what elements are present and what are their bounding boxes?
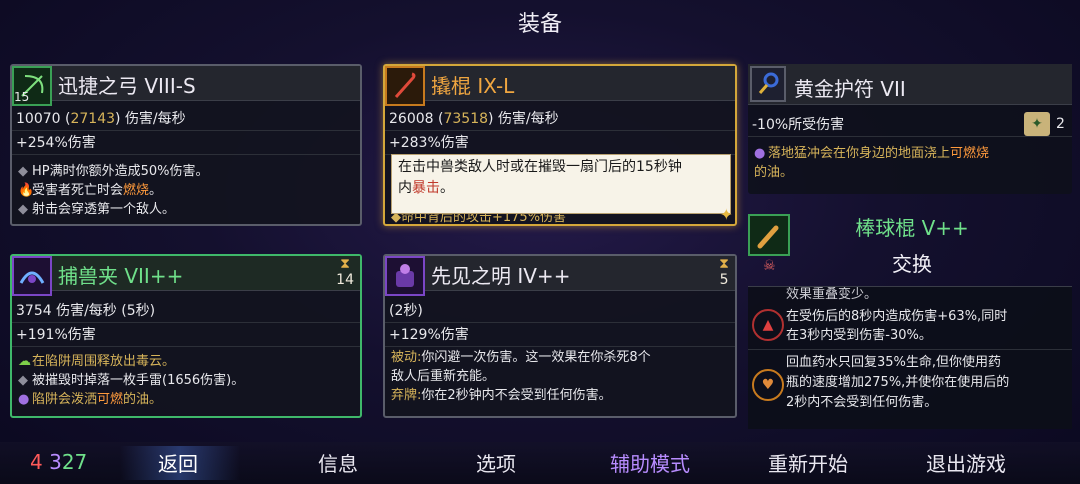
hourglass-icon: ⧗ (340, 256, 350, 272)
bonus-row: +254%伤害 (12, 132, 360, 155)
effect-line: 🔥受害者死亡时会燃烧。 (18, 183, 163, 198)
item-name: 先见之明 IV++ (431, 264, 571, 288)
scroll-stats: 4 327 (30, 450, 87, 474)
skill-card-foresight[interactable]: 先见之明 IV++ ⧗ 5 (2秒) +129%伤害 被动:你闪避一次伤害。这一… (383, 254, 737, 418)
item-level: 15 (14, 90, 30, 104)
effect-line: ● 陷阱会泼洒可燃的油。 (18, 392, 163, 407)
item-name: 黄金护符 VII (794, 77, 906, 101)
scroll-count: 2 (1056, 116, 1065, 132)
gold-ornament-icon: ✦ (719, 205, 733, 224)
item-name: 迅捷之弓 VIII-S (58, 74, 196, 98)
effect-line: ● 落地猛冲会在你身边的地面浇上可燃烧 (754, 146, 990, 161)
foresight-icon (385, 256, 425, 296)
swap-button[interactable]: 交换 (762, 248, 1062, 277)
effects-list: ● 落地猛冲会在你身边的地面浇上可燃烧 的油。 (754, 144, 1068, 182)
brutality-count: 4 (30, 450, 43, 474)
amulet-icon (750, 66, 786, 102)
survival-count: 27 (61, 450, 88, 474)
item-name: 捕兽夹 VII++ (58, 264, 184, 288)
amulet-card[interactable]: 黄金护符 VII -10%所受伤害 ✦ 2 ● 落地猛冲会在你身边的地面浇上可燃烧… (748, 64, 1072, 194)
weapon-card-bow[interactable]: 15 迅捷之弓 VIII-S 10070 (27143) 伤害/每秒 +254%… (10, 64, 362, 226)
menu-quit[interactable]: 退出游戏 (926, 448, 1006, 477)
passive-line-2: 敌人后重新充能。 (391, 369, 496, 384)
menu-info[interactable]: 信息 (318, 448, 358, 477)
dps-value: 10070 (16, 111, 61, 127)
dps-row: 10070 (27143) 伤害/每秒 (12, 108, 360, 131)
effects-list: ◆ HP满时你额外造成50%伤害。 🔥受害者死亡时会燃烧。 ◆ 射击会穿透第一个敌人… (18, 162, 356, 219)
popup-line: 内暴击。 (398, 180, 454, 196)
duration-row: (2秒) (385, 300, 735, 323)
item-name: 撬棍 IX-L (431, 74, 515, 98)
poison-icon: ☁ (18, 354, 31, 369)
cooldown: ⧗ 14 (336, 256, 354, 288)
fire-icon: 🔥 (18, 183, 35, 198)
menu-back[interactable]: 返回 (158, 448, 198, 477)
dps-row: 26008 (73518) 伤害/每秒 (385, 108, 735, 131)
mutation-text: 在受伤后的8秒内造成伤害+63%,同时 在3秒内受到伤害-30%。 (786, 309, 1008, 343)
weapon-card-crowbar[interactable]: 撬棍 IX-L 26008 (73518) 伤害/每秒 +283%伤害 ◆命中背… (383, 64, 737, 226)
scroll-icon: ✦ (1024, 112, 1050, 136)
crowbar-icon (385, 66, 425, 106)
effect-line: ☁在陷阱周围释放出毒云。 (18, 354, 176, 369)
mutations-panel: 效果重叠变少。 ▲ 在受伤后的8秒内造成伤害+63%,同时 在3秒内受到伤害-3… (748, 286, 1072, 429)
effects-list: 被动:你闪避一次伤害。这一效果在你杀死8个 敌人后重新充能。 弃牌:你在2秒钟内… (391, 348, 731, 405)
tactics-count: 3 (49, 450, 62, 474)
dps-value: 26008 (389, 111, 434, 127)
dps-suffix: 伤害/每秒 (124, 111, 186, 127)
pickup-item-name: 棒球棍 V++ (855, 216, 969, 240)
effects-list: ☁在陷阱周围释放出毒云。 ◆ 被摧毁时掉落一枚手雷(1656伤害)。 ● 陷阱会泼洒… (18, 352, 356, 409)
bonus-row: +191%伤害 (12, 324, 360, 347)
bonus-row: +283%伤害 (385, 132, 735, 155)
cooldown: ⧗ 5 (719, 256, 729, 288)
oil-icon: ● (754, 146, 766, 161)
skill-card-trap[interactable]: 捕兽夹 VII++ ⧗ 14 3754 伤害/每秒 (5秒) +191%伤害 ☁… (10, 254, 362, 418)
menu-assist-mode[interactable]: 辅助模式 (610, 448, 690, 477)
mutation-icon-adrenaline: ▲ (752, 309, 784, 341)
bonus-row: +129%伤害 (385, 324, 735, 347)
effect-line: ◆ HP满时你额外造成50%伤害。 (18, 164, 209, 179)
mutation-cut-line: 效果重叠变少。 (786, 287, 878, 302)
tooltip-popup: 在击中兽类敌人时或在摧毁一扇门后的15秒钟 内暴击。 (391, 154, 731, 214)
dps-row: 3754 伤害/每秒 (5秒) (12, 300, 360, 323)
passive-line: 被动:你闪避一次伤害。这一效果在你杀死8个 (391, 350, 651, 365)
menu-options[interactable]: 选项 (476, 448, 516, 477)
dps-alt: 27143 (70, 111, 116, 127)
dps-suffix: 伤害/每秒 (497, 111, 559, 127)
mutation-icon-potion: ♥ (752, 369, 784, 401)
effect-line: ◆ 被摧毁时掉落一枚手雷(1656伤害)。 (18, 373, 245, 388)
popup-line: 在击中兽类敌人时或在摧毁一扇门后的15秒钟 (398, 159, 682, 175)
hourglass-icon: ⧗ (719, 256, 729, 272)
menu-restart[interactable]: 重新开始 (768, 448, 848, 477)
discard-line: 弃牌:你在2秒钟内不会受到任何伤害。 (391, 388, 612, 403)
page-title: 装备 (517, 12, 562, 37)
effect-line: ◆ 射击会穿透第一个敌人。 (18, 202, 176, 217)
trap-icon (12, 256, 52, 296)
dps-alt: 73518 (443, 111, 489, 127)
oil-icon: ● (18, 392, 30, 407)
effect-line: 的油。 (754, 165, 794, 180)
mutation-text: 回血药水只回复35%生命,但你使用药 瓶的速度增加275%,并使你在使用后的 2… (786, 355, 1010, 410)
